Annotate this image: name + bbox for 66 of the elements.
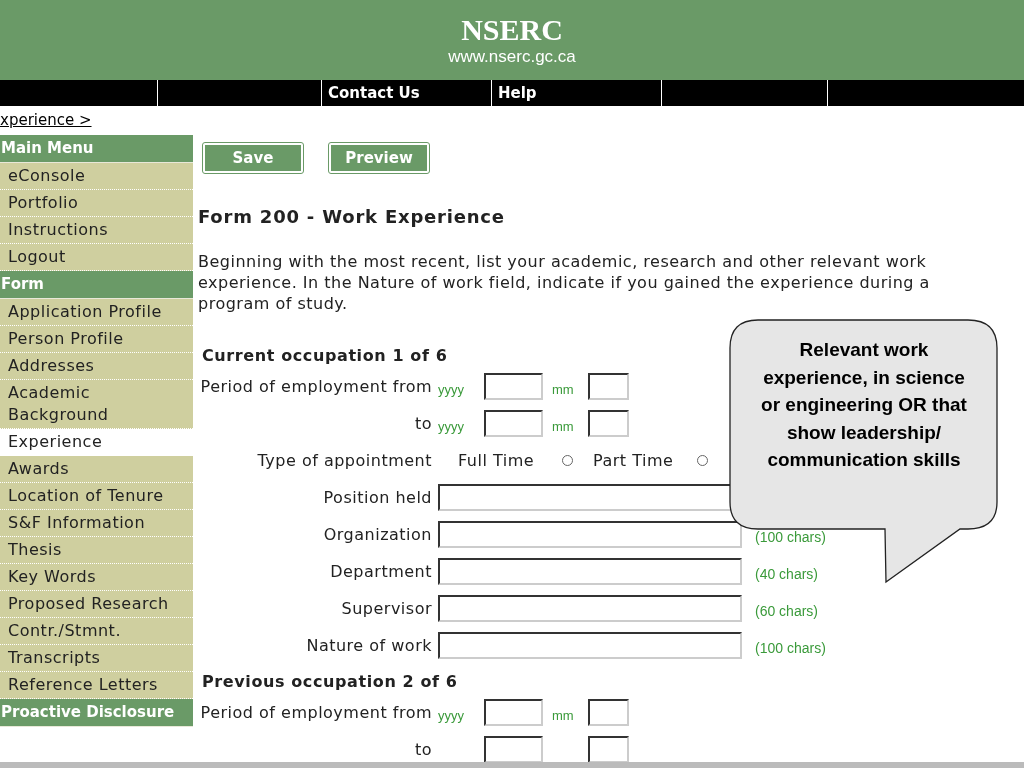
menu-heading: Proactive Disclosure <box>0 699 193 727</box>
hint-text: yyyy <box>438 380 465 399</box>
field-label: Organization <box>322 523 433 546</box>
month-field[interactable] <box>588 373 629 400</box>
menu-item[interactable]: Academic Background <box>0 380 193 429</box>
form-instructions: Beginning with the most recent, list your academic, research and other relevant work experience. In the Nature of work field, indicate if you gained the experience during a program of study. <box>198 251 931 314</box>
menu-item[interactable]: Proposed Research <box>0 591 193 618</box>
nav-link[interactable]: Help <box>492 80 662 106</box>
menu-item[interactable]: Addresses <box>0 353 193 380</box>
hint-text: (40 chars) <box>755 565 819 584</box>
menu-item[interactable]: Reference Letters <box>0 672 193 699</box>
menu-item[interactable]: Thesis <box>0 537 193 564</box>
year-field[interactable] <box>484 699 543 726</box>
menu-item[interactable]: Key Words <box>0 564 193 591</box>
field-label: Department <box>329 560 433 583</box>
text-field[interactable] <box>438 558 742 585</box>
field-label: Period of employment from <box>199 701 433 724</box>
menu-item[interactable]: Contr./Stmnt. <box>0 618 193 645</box>
menu-item[interactable]: Portfolio <box>0 190 193 217</box>
menu-item[interactable]: Person Profile <box>0 326 193 353</box>
field-label: to <box>413 738 433 761</box>
hint-text: mm <box>551 706 575 725</box>
menu-item[interactable]: Transcripts <box>0 645 193 672</box>
radio-button[interactable] <box>562 455 573 466</box>
site-url: www.nserc.gc.ca <box>448 47 576 67</box>
hint-text: yyyy <box>438 706 465 725</box>
field-label: Position held <box>322 486 433 509</box>
nav-link[interactable]: Contact Us <box>322 80 492 106</box>
field-label: Nature of work <box>305 634 433 657</box>
hint-text: mm <box>551 380 575 399</box>
option-label: Part Time <box>593 449 675 472</box>
text-field[interactable] <box>438 632 742 659</box>
month-field[interactable] <box>588 699 629 726</box>
menu-item[interactable]: S&F Information <box>0 510 193 537</box>
year-field[interactable] <box>484 410 543 437</box>
year-field[interactable] <box>484 736 543 762</box>
hint-text: (60 chars) <box>755 602 819 621</box>
hint-text: mm <box>551 417 575 436</box>
text-field[interactable] <box>438 595 742 622</box>
option-label: Full Time <box>458 449 536 472</box>
menu-heading: Form <box>0 271 193 299</box>
radio-button[interactable] <box>697 455 708 466</box>
callout-text: Relevant work experience, in science or engineering OR that show leadership/ communication skills <box>760 338 968 472</box>
menu-heading: Main Menu <box>0 135 193 163</box>
menu-item[interactable]: Logout <box>0 244 193 271</box>
menu-item[interactable]: Application Profile <box>0 299 193 326</box>
field-label: Period of employment from <box>199 375 433 398</box>
menu-item[interactable]: Instructions <box>0 217 193 244</box>
section-heading: Current occupation 1 of 6 <box>201 345 448 367</box>
site-title: NSERC <box>461 13 563 47</box>
text-field[interactable] <box>438 521 742 548</box>
hint-text: (100 chars) <box>755 639 826 658</box>
field-label: to <box>413 412 433 435</box>
menu-item[interactable]: Awards <box>0 456 193 483</box>
field-label: Supervisor <box>340 597 433 620</box>
hint-text: (100 chars) <box>755 528 826 547</box>
field-label: Type of appointment <box>256 449 433 472</box>
month-field[interactable] <box>588 410 629 437</box>
section-heading: Previous occupation 2 of 6 <box>201 671 458 693</box>
breadcrumb-link[interactable]: xperience > <box>0 109 92 132</box>
menu-item[interactable]: Location of Tenure <box>0 483 193 510</box>
form-title: Form 200 - Work Experience <box>198 205 506 229</box>
year-field[interactable] <box>484 373 543 400</box>
month-field[interactable] <box>588 736 629 762</box>
hint-text: yyyy <box>438 417 465 436</box>
menu-item[interactable]: eConsole <box>0 163 193 190</box>
